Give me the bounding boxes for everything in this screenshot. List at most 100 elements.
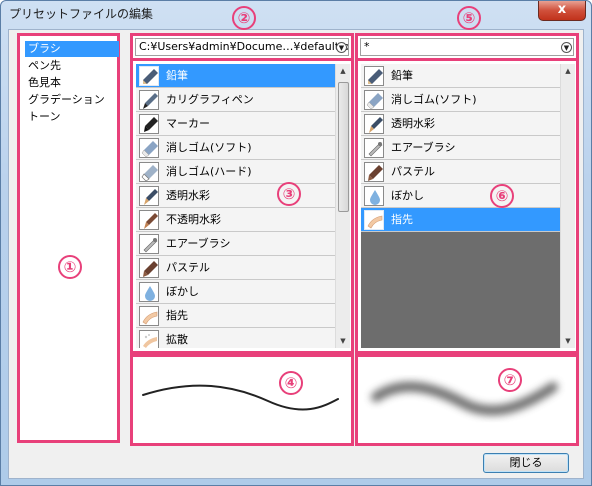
tool-list-item[interactable]: 指先 bbox=[136, 304, 335, 328]
pencil-stroke-preview bbox=[142, 384, 339, 411]
tool-label: エアーブラシ bbox=[166, 237, 231, 250]
tool-list-item[interactable]: 消しゴム(ソフト) bbox=[136, 136, 335, 160]
category-item[interactable]: トーン bbox=[25, 109, 119, 125]
callout-1: ① bbox=[58, 255, 82, 279]
category-item[interactable]: ペン先 bbox=[25, 58, 119, 74]
tool-label: 不透明水彩 bbox=[166, 213, 221, 226]
category-list: ブラシ ペン先 色見本 グラデーション トーン bbox=[23, 39, 119, 437]
airbrush-icon bbox=[139, 234, 159, 254]
category-item[interactable]: グラデーション bbox=[25, 92, 119, 108]
tool-label: 透明水彩 bbox=[166, 189, 210, 202]
category-item[interactable]: 色見本 bbox=[25, 75, 119, 91]
callout-4: ④ bbox=[279, 371, 303, 395]
pastel-icon bbox=[364, 162, 384, 182]
source-preview-panel bbox=[130, 354, 354, 446]
dialog-client-area: ブラシ ペン先 色見本 グラデーション トーン C:¥Users¥admin¥Docum… bbox=[8, 6, 584, 479]
tool-label: 消しゴム(ハード) bbox=[166, 165, 252, 178]
source-tool-list[interactable]: 鉛筆カリグラフィペン マーカー消しゴム(ソフト) 消しゴム(ハード) 透明水彩不透明水… bbox=[136, 64, 335, 348]
eraser-soft-icon bbox=[139, 138, 159, 158]
finger-icon bbox=[364, 210, 384, 230]
tool-list-item[interactable]: エアーブラシ bbox=[361, 136, 560, 160]
tool-list-item[interactable]: ぼかし bbox=[361, 184, 560, 208]
tool-list-item[interactable]: カリグラフィペン bbox=[136, 88, 335, 112]
source-tool-panel: 鉛筆カリグラフィペン マーカー消しゴム(ソフト) 消しゴム(ハード) 透明水彩不透明水… bbox=[130, 58, 354, 354]
source-list-scrollbar[interactable]: ▲ ▼ bbox=[335, 64, 350, 348]
scroll-thumb[interactable] bbox=[338, 82, 349, 212]
tool-list-item[interactable]: 拡散 bbox=[136, 328, 335, 348]
target-set-text: * bbox=[364, 40, 370, 53]
tool-list-item[interactable]: マーカー bbox=[136, 112, 335, 136]
file-path-combo[interactable]: C:¥Users¥admin¥Docume…¥default.pmt ▼ bbox=[135, 38, 349, 56]
category-item[interactable]: ブラシ bbox=[25, 41, 119, 57]
finger-stroke-preview bbox=[371, 381, 558, 416]
tool-list-item[interactable]: 消しゴム(ハード) bbox=[136, 160, 335, 184]
scroll-up-icon[interactable]: ▲ bbox=[336, 64, 350, 78]
watercolor-icon bbox=[364, 114, 384, 134]
eraser-soft-icon bbox=[364, 90, 384, 110]
tool-label: エアーブラシ bbox=[391, 141, 456, 154]
close-button[interactable]: 閉じる bbox=[483, 453, 569, 473]
tool-label: 鉛筆 bbox=[391, 69, 413, 82]
callout-6: ⑥ bbox=[490, 184, 514, 208]
tool-list-item[interactable]: ぼかし bbox=[136, 280, 335, 304]
airbrush-icon bbox=[364, 138, 384, 158]
target-preview-panel bbox=[355, 354, 579, 446]
tool-label: カリグラフィペン bbox=[166, 93, 254, 106]
chevron-down-icon[interactable]: ▼ bbox=[336, 42, 347, 53]
tool-list-item[interactable]: 透明水彩 bbox=[136, 184, 335, 208]
scroll-up-icon[interactable]: ▲ bbox=[561, 64, 575, 78]
pastel-icon bbox=[139, 258, 159, 278]
diffuse-icon bbox=[139, 330, 159, 348]
tool-label: 透明水彩 bbox=[391, 117, 435, 130]
eraser-hard-icon bbox=[139, 162, 159, 182]
target-tool-panel: 鉛筆消しゴム(ソフト) 透明水彩エアーブラシ パステルぼかし指先 ▲ ▼ bbox=[355, 58, 579, 354]
target-tool-list[interactable]: 鉛筆消しゴム(ソフト) 透明水彩エアーブラシ パステルぼかし指先 bbox=[361, 64, 560, 348]
window-title: プリセットファイルの編集 bbox=[9, 7, 154, 21]
watercolor-icon bbox=[139, 186, 159, 206]
tool-label: 消しゴム(ソフト) bbox=[166, 141, 252, 154]
opaque-watercolor-icon bbox=[139, 210, 159, 230]
tool-list-item[interactable]: エアーブラシ bbox=[136, 232, 335, 256]
target-list-scrollbar[interactable]: ▲ ▼ bbox=[560, 64, 575, 348]
tool-label: パステル bbox=[166, 261, 210, 274]
tool-list-item[interactable]: 不透明水彩 bbox=[136, 208, 335, 232]
chevron-down-icon[interactable]: ▼ bbox=[561, 42, 572, 53]
tool-list-item[interactable]: 鉛筆 bbox=[136, 64, 335, 88]
marker-icon bbox=[139, 114, 159, 134]
category-panel: ブラシ ペン先 色見本 グラデーション トーン bbox=[17, 33, 120, 443]
pencil-icon bbox=[364, 66, 384, 86]
callout-7: ⑦ bbox=[498, 368, 522, 392]
title-bar[interactable]: プリセットファイルの編集 x bbox=[1, 1, 591, 25]
tool-label: ぼかし bbox=[391, 189, 424, 202]
tool-list-item[interactable]: 透明水彩 bbox=[361, 112, 560, 136]
file-path-text: C:¥Users¥admin¥Docume…¥default.pmt bbox=[139, 40, 349, 53]
tool-label: 消しゴム(ソフト) bbox=[391, 93, 477, 106]
window-close-button[interactable]: x bbox=[538, 1, 586, 21]
tool-label: マーカー bbox=[166, 117, 210, 130]
tool-label: 拡散 bbox=[166, 333, 188, 346]
tool-label: 指先 bbox=[166, 309, 188, 322]
calligraphy-pen-icon bbox=[139, 90, 159, 110]
pencil-icon bbox=[139, 66, 159, 86]
tool-list-item[interactable]: パステル bbox=[361, 160, 560, 184]
tool-list-item[interactable]: 指先 bbox=[361, 208, 560, 232]
preset-file-edit-window: プリセットファイルの編集 x ブラシ ペン先 色見本 グラデーション トーン C:¥Us… bbox=[0, 0, 592, 486]
target-combo-panel: * ▼ bbox=[355, 33, 579, 61]
tool-list-item[interactable]: 消しゴム(ソフト) bbox=[361, 88, 560, 112]
tool-list-item[interactable]: 鉛筆 bbox=[361, 64, 560, 88]
tool-list-item[interactable]: パステル bbox=[136, 256, 335, 280]
scroll-down-icon[interactable]: ▼ bbox=[561, 334, 575, 348]
tool-label: 指先 bbox=[391, 213, 413, 226]
tool-label: 鉛筆 bbox=[166, 69, 188, 82]
finger-icon bbox=[139, 306, 159, 326]
callout-3: ③ bbox=[277, 182, 301, 206]
callout-2: ② bbox=[232, 6, 256, 30]
target-set-combo[interactable]: * ▼ bbox=[360, 38, 574, 56]
blur-icon bbox=[364, 186, 384, 206]
scroll-down-icon[interactable]: ▼ bbox=[336, 334, 350, 348]
tool-label: パステル bbox=[391, 165, 435, 178]
callout-5: ⑤ bbox=[457, 6, 481, 30]
file-combo-panel: C:¥Users¥admin¥Docume…¥default.pmt ▼ bbox=[130, 33, 354, 61]
blur-icon bbox=[139, 282, 159, 302]
tool-label: ぼかし bbox=[166, 285, 199, 298]
